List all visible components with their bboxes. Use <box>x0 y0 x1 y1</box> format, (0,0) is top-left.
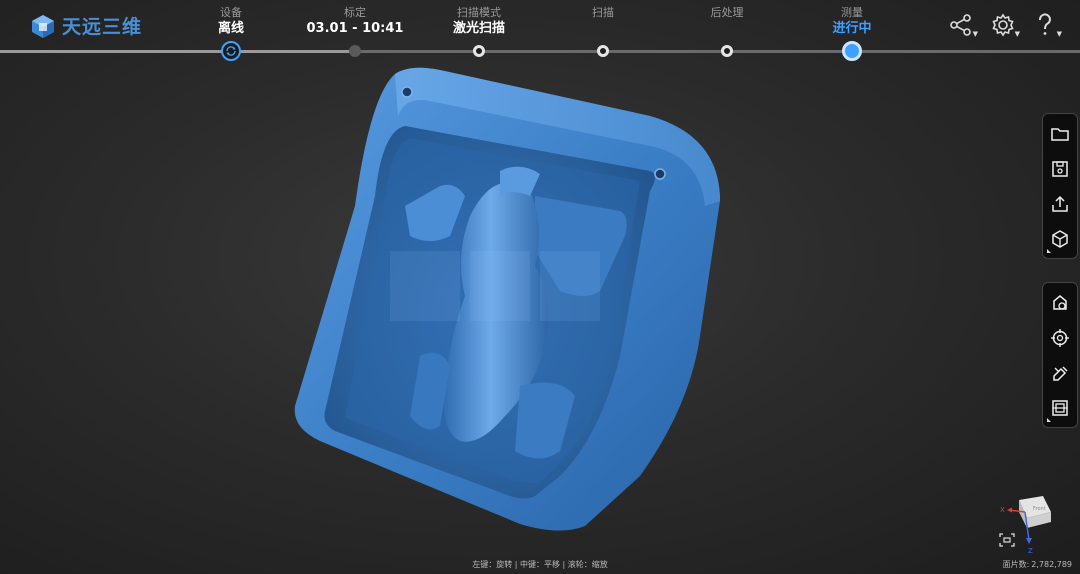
step-device[interactable]: 设备 离线 <box>171 6 291 38</box>
view-cube-label: Front <box>1033 506 1046 512</box>
target-icon <box>1051 328 1069 347</box>
app-logo: 天远三维 <box>30 12 142 39</box>
face-count-value: 2,782,789 <box>1031 560 1072 569</box>
section-view-button[interactable] <box>1044 390 1076 425</box>
mouse-hint: 左键：旋转 | 中键：平移 | 滚轮：缩放 <box>472 560 608 569</box>
step-label: 标定 <box>344 6 366 19</box>
face-count-label: 面片数: <box>1002 560 1030 569</box>
marker-select-icon <box>1053 294 1067 310</box>
fit-view-icon[interactable] <box>999 533 1015 547</box>
chevron-down-icon: ▼ <box>972 30 978 38</box>
step-label: 扫描 <box>592 6 614 19</box>
file-toolbar <box>1042 113 1078 259</box>
open-folder-icon <box>1051 127 1069 141</box>
step-calibration[interactable]: 标定 03.01 - 10:41 <box>295 6 415 38</box>
export-icon <box>1052 195 1068 212</box>
share-button[interactable]: ▼ <box>948 12 978 42</box>
marker-select-button[interactable] <box>1044 285 1076 320</box>
target-button[interactable] <box>1044 320 1076 355</box>
step-scan-mode[interactable]: 扫描模式 激光扫描 <box>419 6 539 38</box>
step-label: 测量 <box>841 6 863 19</box>
view-cube-button[interactable] <box>1044 221 1076 256</box>
export-button[interactable] <box>1044 186 1076 221</box>
step-value <box>543 20 663 38</box>
x-axis-label: X <box>1000 506 1005 514</box>
settings-button[interactable]: ▼ <box>990 12 1020 42</box>
step-value <box>667 20 787 38</box>
step-measure[interactable]: 测量 进行中 <box>792 6 912 38</box>
help-icon <box>1039 13 1051 35</box>
top-icons: ▼ ▼ ▼ <box>948 12 1062 42</box>
view-cube-icon <box>1052 229 1068 248</box>
step-value: 激光扫描 <box>452 21 505 36</box>
logo-cube-icon <box>32 14 54 38</box>
face-count: 面片数: 2,782,789 <box>1001 559 1072 570</box>
edit-erase-icon <box>1053 365 1068 381</box>
help-button[interactable]: ▼ <box>1032 12 1062 42</box>
logo-text: 天远三维 <box>62 16 143 38</box>
step-value: 进行中 <box>832 21 872 36</box>
save-button[interactable] <box>1044 151 1076 186</box>
step-scan[interactable]: 扫描 <box>543 6 663 38</box>
step-value: 03.01 - 10:41 <box>306 21 404 36</box>
progress-fill <box>0 50 356 53</box>
step-label: 设备 <box>220 6 242 19</box>
step-label: 扫描模式 <box>457 6 501 19</box>
step-post-process[interactable]: 后处理 <box>667 6 787 38</box>
submenu-corner-icon <box>1047 418 1051 422</box>
step-value: 离线 <box>217 21 244 36</box>
chevron-down-icon: ▼ <box>1056 30 1062 38</box>
tool-toolbar <box>1042 282 1078 428</box>
z-axis-label: Z <box>1028 547 1033 555</box>
chevron-down-icon: ▼ <box>1014 30 1020 38</box>
section-view-icon <box>1052 399 1068 416</box>
edit-erase-button[interactable] <box>1044 355 1076 390</box>
3d-viewport[interactable] <box>0 56 1080 561</box>
save-icon <box>1052 160 1068 177</box>
open-folder-button[interactable] <box>1044 116 1076 151</box>
watermark-logo <box>390 251 600 321</box>
settings-icon <box>992 13 1014 37</box>
share-icon <box>950 14 971 36</box>
submenu-corner-icon <box>1047 249 1051 253</box>
step-label: 后处理 <box>710 6 744 19</box>
top-bar: 天远三维 设备 离线 标定 03.01 - 10:41 扫描模式 激光扫描 扫描… <box>0 0 1080 61</box>
